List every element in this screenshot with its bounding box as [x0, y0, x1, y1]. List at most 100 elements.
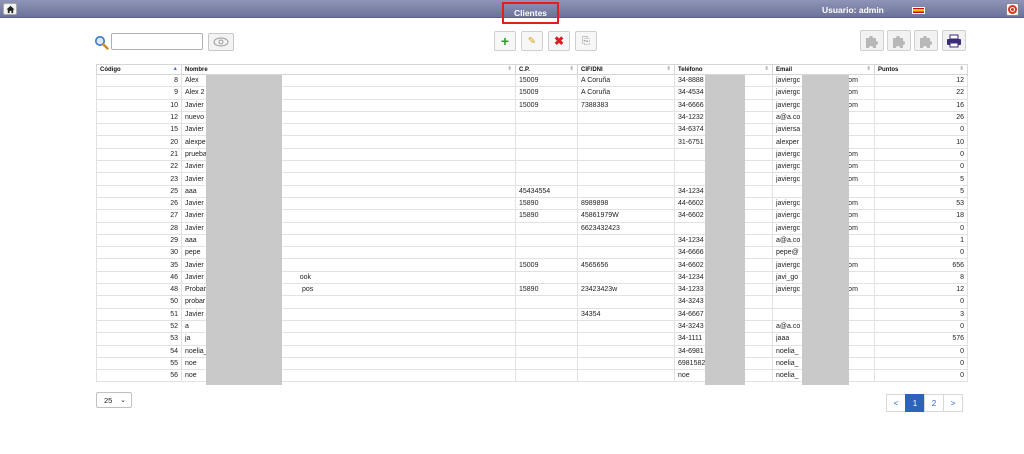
search-input[interactable]: [111, 33, 203, 50]
cell-puntos-text: 5: [960, 187, 964, 195]
cell-cif: 4565656: [577, 258, 675, 272]
puzzle-icon: [893, 35, 905, 48]
cell-codigo-text: 26: [170, 200, 178, 208]
redaction-mask: [802, 75, 849, 385]
cell-cp-text: 15009: [519, 89, 539, 97]
cell-cp: [515, 110, 578, 125]
cell-telefono-text: 34-1234: [678, 187, 704, 195]
column-header-codigo[interactable]: Código ▲: [96, 64, 182, 75]
cell-codigo-text: 21: [170, 150, 178, 158]
cell-puntos: 5: [874, 184, 968, 198]
cell-cp-text: 45434554: [519, 187, 551, 195]
logout-button[interactable]: [1006, 3, 1019, 16]
cell-puntos-text: 8: [960, 273, 964, 281]
cell-cif: [577, 233, 675, 248]
cell-cif: [577, 332, 675, 346]
cell-codigo: 20: [96, 135, 182, 149]
cell-telefono-text: 34-3243: [678, 298, 704, 306]
cell-codigo-text: 52: [170, 323, 178, 331]
cell-cif: 23423423w: [577, 283, 675, 297]
cell-codigo: 8: [96, 73, 182, 88]
prev-page-button[interactable]: <: [886, 394, 906, 412]
edit-button[interactable]: ✎: [521, 31, 543, 51]
next-page-button[interactable]: >: [943, 394, 963, 412]
column-header-telefono[interactable]: Teléfono ⬍: [674, 64, 773, 75]
cell-cp: [515, 233, 578, 248]
cell-puntos-text: 0: [960, 249, 964, 257]
home-button[interactable]: [3, 3, 17, 15]
cell-cp-text: 15009: [519, 77, 539, 85]
sort-icon: ⬍: [569, 66, 574, 72]
column-header-nombre[interactable]: Nombre ⬍: [181, 64, 516, 75]
cell-cif: [577, 135, 675, 149]
cell-telefono-text: 34-6602: [678, 212, 704, 220]
cell-telefono-text: 34-1234: [678, 273, 704, 281]
cell-codigo: 26: [96, 196, 182, 211]
export-button[interactable]: ⎘: [575, 31, 597, 51]
cell-nombre-text: Alex 2: [185, 89, 205, 97]
cell-puntos-text: 0: [960, 372, 964, 380]
cell-codigo-text: 12: [170, 114, 178, 122]
top-bar: Clientes Usuario: admin: [0, 0, 1024, 24]
cell-codigo: 10: [96, 98, 182, 112]
page-button-2[interactable]: 2: [924, 394, 944, 412]
cell-telefono-text: 34-1232: [678, 114, 704, 122]
cell-cif-text: 7388383: [581, 101, 609, 109]
cell-cp-text: 15890: [519, 286, 539, 294]
cell-cp: [515, 307, 578, 321]
cell-cp: 15009: [515, 73, 578, 88]
cell-telefono-text: 34-6667: [678, 310, 704, 318]
add-icon: +: [500, 33, 510, 49]
cell-codigo: 51: [96, 307, 182, 321]
column-header-puntos[interactable]: Puntos ⬍: [874, 64, 968, 75]
cell-puntos-text: 656: [952, 261, 964, 269]
cell-cif: [577, 319, 675, 334]
cell-cp: [515, 369, 578, 383]
add-button[interactable]: +: [494, 31, 516, 51]
delete-button[interactable]: ✖: [548, 31, 570, 51]
cell-cif-text: A Coruña: [581, 89, 611, 97]
cell-puntos-text: 26: [956, 114, 964, 122]
cell-cp: [515, 147, 578, 162]
puzzle-icon: [920, 35, 932, 48]
cell-telefono-text: 34-6602: [678, 261, 704, 269]
cell-cp: 15009: [515, 86, 578, 100]
cell-cif-text: 45861979W: [581, 212, 619, 220]
cell-codigo-text: 53: [170, 335, 178, 343]
cell-codigo-text: 27: [170, 212, 178, 220]
column-header-cp[interactable]: C.P. ⬍: [515, 64, 578, 75]
cell-puntos-text: 18: [956, 212, 964, 220]
page-title-text: Clientes: [513, 8, 548, 18]
cell-cp: 15890: [515, 209, 578, 223]
cell-codigo: 12: [96, 110, 182, 125]
column-header-email[interactable]: Email ⬍: [772, 64, 875, 75]
cell-nombre-text: Alex: [185, 77, 199, 85]
cell-puntos: 0: [874, 319, 968, 334]
cell-codigo: 15: [96, 123, 182, 137]
toggle-columns-button[interactable]: [208, 33, 234, 51]
cell-nombre-text: Javier: [185, 310, 204, 318]
cell-codigo-text: 55: [170, 359, 178, 367]
puzzle-button-1[interactable]: [860, 30, 884, 51]
puzzle-button-3[interactable]: [914, 30, 938, 51]
cell-nombre-text: Javier: [185, 261, 204, 269]
user-label: Usuario: admin: [822, 5, 884, 15]
print-button[interactable]: [942, 30, 966, 51]
page-button-1[interactable]: 1: [905, 394, 925, 412]
cell-telefono-text: 34-6374: [678, 126, 704, 134]
column-header-cif[interactable]: CIF/DNI ⬍: [577, 64, 675, 75]
cell-codigo: 22: [96, 160, 182, 174]
cell-puntos-text: 10: [956, 138, 964, 146]
cell-cif-text: 6623432423: [581, 224, 620, 232]
cell-cp-text: 15009: [519, 261, 539, 269]
spain-flag-icon[interactable]: [912, 7, 925, 14]
cell-codigo-text: 15: [170, 126, 178, 134]
cell-puntos-text: 0: [960, 126, 964, 134]
cell-puntos: 18: [874, 209, 968, 223]
cell-nombre-text: Javier: [185, 101, 204, 109]
puzzle-button-2[interactable]: [887, 30, 911, 51]
cell-codigo-text: 8: [174, 77, 178, 85]
page-size-select[interactable]: 25 ⌄: [96, 392, 132, 408]
cell-nombre-text: prueba: [185, 150, 207, 158]
cell-puntos: 22: [874, 86, 968, 100]
